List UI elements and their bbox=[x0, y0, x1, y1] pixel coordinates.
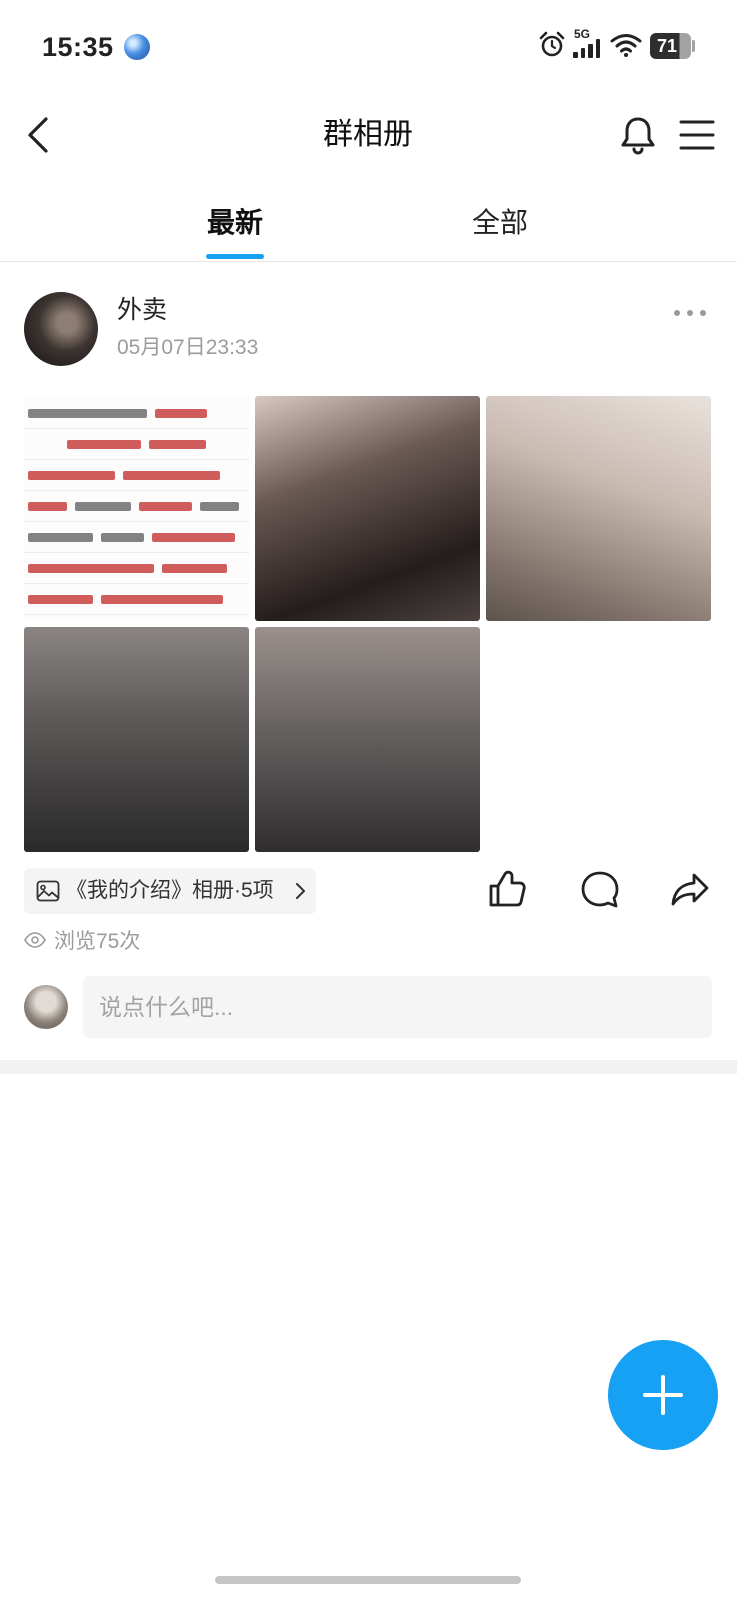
photo-thumbnail[interactable] bbox=[24, 396, 249, 621]
menu-icon[interactable] bbox=[679, 118, 715, 152]
author-name[interactable]: 外卖 bbox=[117, 293, 167, 327]
image-icon bbox=[36, 880, 60, 902]
album-link-label: 《我的介绍》相册·5项 bbox=[66, 879, 274, 902]
comment-input[interactable] bbox=[83, 976, 712, 1038]
plus-icon bbox=[661, 1375, 665, 1415]
status-time: 15:35 bbox=[42, 32, 114, 62]
like-icon bbox=[489, 870, 526, 907]
author-avatar[interactable] bbox=[24, 292, 98, 366]
back-icon[interactable] bbox=[22, 114, 56, 156]
home-indicator[interactable] bbox=[215, 1576, 521, 1584]
view-count: 浏览75次 bbox=[24, 926, 140, 954]
like-button[interactable] bbox=[485, 867, 529, 911]
page-title: 群相册 bbox=[323, 118, 413, 151]
post-timestamp: 05月07日23:33 bbox=[117, 336, 259, 359]
share-icon bbox=[671, 873, 709, 906]
comment-button[interactable] bbox=[578, 867, 622, 911]
tab-divider bbox=[0, 261, 737, 262]
section-divider bbox=[0, 1060, 737, 1074]
album-link-chip[interactable]: 《我的介绍》相册·5项 bbox=[24, 868, 316, 914]
comment-icon bbox=[581, 871, 619, 908]
share-button[interactable] bbox=[668, 867, 712, 911]
add-button[interactable] bbox=[608, 1340, 718, 1450]
more-options-icon[interactable] bbox=[672, 304, 708, 322]
photo-thumbnail[interactable] bbox=[24, 627, 249, 852]
chevron-right-icon bbox=[296, 883, 305, 899]
battery-cap bbox=[692, 40, 695, 52]
group-album-screen: 15:35 5G 71 群相册 最新 全部 外卖 05月07日23:33 《我的… bbox=[0, 0, 737, 1600]
my-avatar bbox=[24, 985, 68, 1029]
tab-latest[interactable]: 最新 bbox=[175, 201, 295, 245]
photo-thumbnail[interactable] bbox=[486, 396, 711, 621]
view-count-label: 浏览75次 bbox=[54, 930, 141, 953]
tab-all[interactable]: 全部 bbox=[440, 201, 560, 245]
photo-thumbnail[interactable] bbox=[255, 396, 480, 621]
photo-grid bbox=[24, 396, 711, 852]
wifi-icon bbox=[610, 34, 642, 57]
alarm-icon bbox=[539, 31, 565, 57]
bell-icon[interactable] bbox=[619, 114, 657, 156]
battery-icon: 71 bbox=[650, 33, 691, 59]
signal-icon bbox=[573, 38, 603, 58]
globe-icon bbox=[124, 34, 150, 60]
active-tab-indicator bbox=[206, 254, 264, 259]
eye-icon bbox=[24, 932, 46, 948]
photo-thumbnail[interactable] bbox=[255, 627, 480, 852]
